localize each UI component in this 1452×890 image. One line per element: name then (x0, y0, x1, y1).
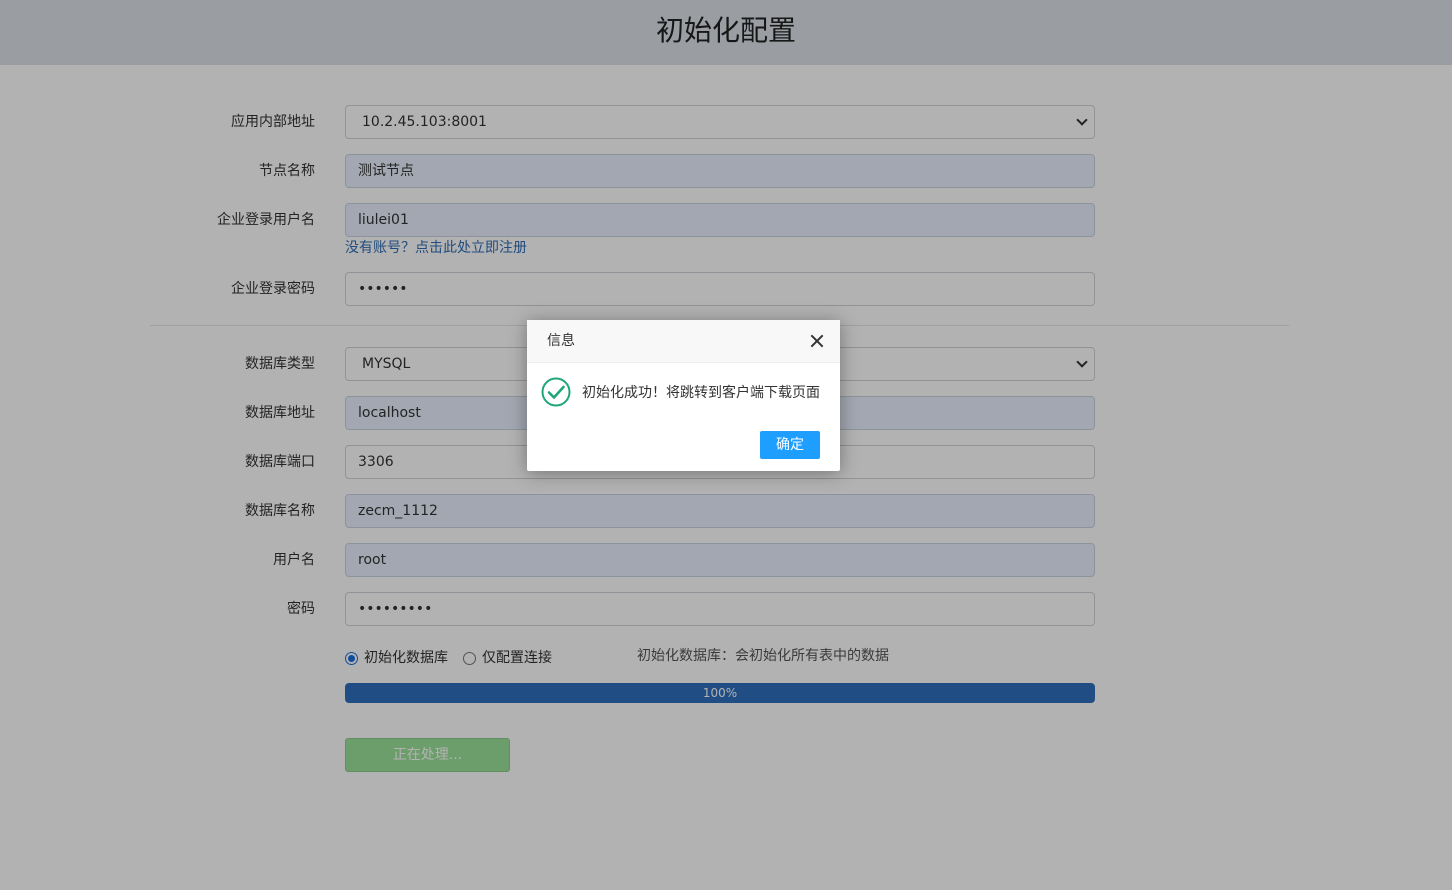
dialog-title: 信息 (547, 333, 575, 349)
dialog-header: 信息 (527, 320, 840, 363)
confirm-button[interactable]: 确定 (760, 431, 820, 459)
info-dialog: 信息 初始化成功！将跳转到客户端下载页面 确定 (527, 320, 840, 471)
check-circle-icon (541, 377, 571, 407)
dialog-body: 初始化成功！将跳转到客户端下载页面 (541, 376, 831, 410)
dialog-message: 初始化成功！将跳转到客户端下载页面 (582, 385, 820, 401)
close-icon[interactable] (808, 332, 826, 350)
